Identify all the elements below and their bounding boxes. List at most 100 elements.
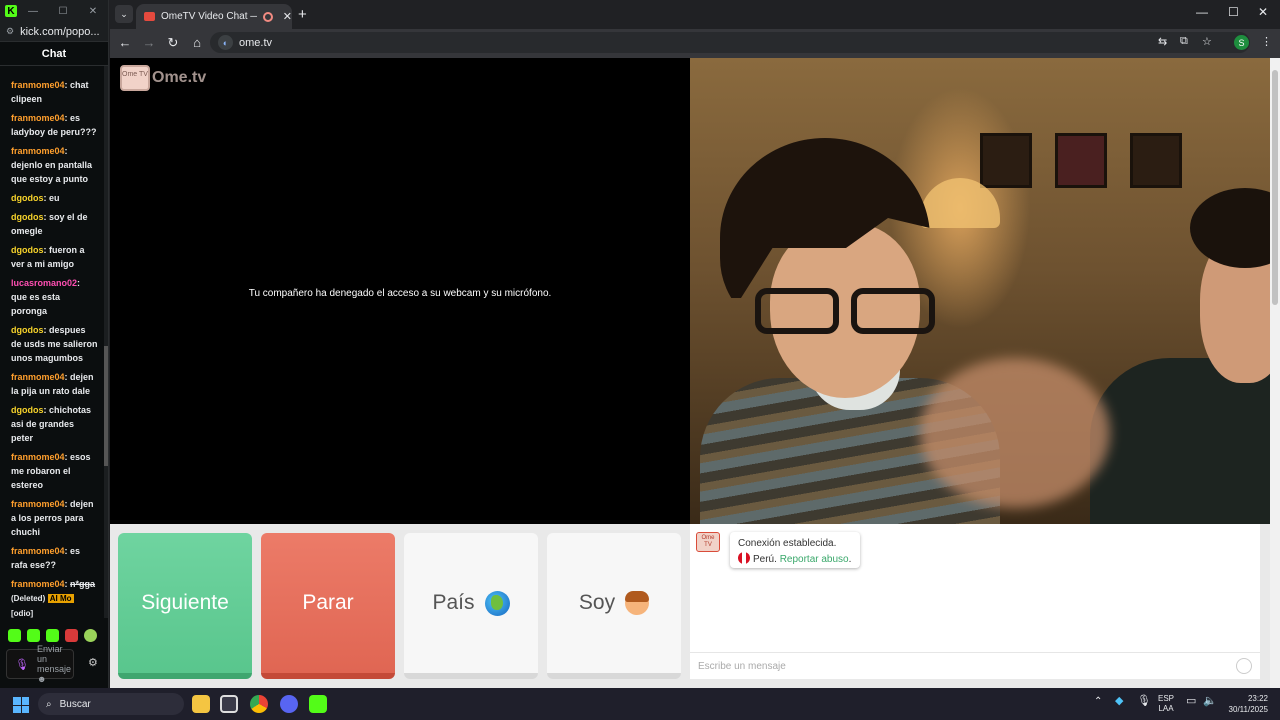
clock[interactable]: 23:22 30/11/2025	[1218, 693, 1268, 715]
chat-username[interactable]: lucasromano02	[11, 278, 77, 288]
wall-frame	[980, 133, 1032, 188]
browser-window: ⌄ OmeTV Video Chat — Ome ✕ + — ☐ ✕ ← → ↻…	[110, 0, 1280, 688]
ometv-page: Ome TV Ome.tv Tu compañero ha denegado e…	[110, 58, 1270, 688]
report-suffix: .	[848, 554, 852, 565]
chat-message: dgodos: despues de usds me salieron unos…	[11, 323, 98, 365]
install-app-icon[interactable]: ⧉	[1180, 35, 1188, 48]
tab-close-icon[interactable]: ✕	[283, 10, 292, 23]
chat-message: franmome04: dejen la pija un rato dale	[11, 370, 98, 398]
chat-username[interactable]: franmome04	[11, 80, 65, 90]
chat-scrollbar-thumb[interactable]	[104, 346, 108, 466]
close-icon[interactable]: ✕	[1258, 5, 1268, 19]
keyboard-layout: LAA	[1158, 704, 1174, 713]
tab-strip: ⌄ OmeTV Video Chat — Ome ✕ + — ☐ ✕	[110, 0, 1280, 29]
send-message-input[interactable]: 🎙 Enviar un mensaje ☻	[6, 644, 74, 684]
site-info-icon[interactable]: ◐	[218, 35, 233, 50]
chat-username[interactable]: dgodos	[11, 405, 44, 415]
tab-ometv[interactable]: OmeTV Video Chat — Ome ✕	[136, 4, 292, 29]
chat-message: franmome04: esos me robaron el estereo	[11, 450, 98, 492]
show-hidden-icons[interactable]: ⌃	[1094, 697, 1102, 707]
chrome-icon[interactable]	[250, 695, 268, 713]
emote-icon[interactable]	[65, 629, 78, 642]
partner-video: Ome TV Ome.tv Tu compañero ha denegado e…	[110, 58, 690, 524]
chat-settings-icon[interactable]: ⚙	[88, 656, 98, 669]
microphone-icon[interactable]: 🎙	[15, 658, 29, 671]
kick-logo-icon: K	[5, 5, 17, 17]
browser-toolbar: ← → ↻ ⌂ ◐ ome.tv ⇆ ⧉ ☆ S ⋮	[110, 29, 1280, 56]
chat-username[interactable]: franmome04	[11, 546, 65, 556]
chat-message: dgodos: chichotas asi de grandes peter	[11, 403, 98, 445]
menu-icon[interactable]: ⋮	[1261, 35, 1272, 48]
emote-icon[interactable]	[8, 629, 21, 642]
chat-messages: franmome04: chat clipeen franmome04: es l…	[0, 66, 104, 618]
new-tab-icon[interactable]: +	[298, 6, 307, 23]
emoji-icon[interactable]	[1236, 658, 1252, 674]
site-settings-icon[interactable]: ⚙	[6, 26, 14, 37]
home-icon[interactable]: ⌂	[185, 35, 209, 50]
chat-message: dgodos: soy el de omegle	[11, 210, 98, 238]
report-abuse-link[interactable]: Reportar abuso	[780, 554, 849, 565]
ometv-logo-icon: Ome TV	[120, 65, 150, 91]
chat-username[interactable]: franmome04	[11, 452, 65, 462]
minimize-icon[interactable]: —	[18, 6, 48, 17]
send-placeholder: Enviar un mensaje ☻	[36, 644, 71, 684]
maximize-icon[interactable]: ☐	[1228, 5, 1239, 19]
tab-search-icon[interactable]: ⌄	[115, 5, 133, 23]
kick-address-bar[interactable]: ⚙ kick.com/popo...	[0, 22, 108, 42]
chat-message: dgodos: eu	[11, 191, 98, 205]
chat-username[interactable]: franmome04	[11, 113, 65, 123]
file-explorer-icon[interactable]	[192, 695, 210, 713]
tray-app-icon[interactable]: ◆	[1115, 696, 1123, 707]
close-icon[interactable]: ✕	[78, 6, 108, 17]
chat-username[interactable]: dgodos	[11, 325, 44, 335]
chat-username[interactable]: franmome04	[11, 499, 65, 509]
store-icon[interactable]	[220, 695, 238, 713]
translate-icon[interactable]: ⇆	[1158, 35, 1167, 48]
chat-username[interactable]: franmome04	[11, 579, 65, 589]
bookmark-star-icon[interactable]: ☆	[1202, 35, 1212, 48]
profile-avatar[interactable]: S	[1234, 35, 1249, 50]
self-webcam-video	[690, 58, 1270, 524]
chat-username[interactable]: dgodos	[11, 193, 44, 203]
chat-username[interactable]: franmome04	[11, 372, 65, 382]
chat-message: franmome04: dejenlo en pantalla que esto…	[11, 144, 98, 186]
emote-icon[interactable]	[84, 629, 97, 642]
language-indicator[interactable]: ESP LAA	[1158, 694, 1174, 714]
url-text: ome.tv	[239, 36, 273, 49]
chat-message: dgodos: fueron a ver a mi amigo	[11, 243, 98, 271]
page-scrollbar[interactable]	[1270, 58, 1280, 688]
emote-icon[interactable]	[46, 629, 59, 642]
next-label: Siguiente	[141, 591, 229, 614]
address-bar[interactable]: ◐ ome.tv	[210, 32, 1250, 53]
globe-icon	[484, 590, 510, 616]
ometv-logo[interactable]: Ome TV Ome.tv	[120, 65, 206, 91]
emote-icon[interactable]	[27, 629, 40, 642]
volume-icon[interactable]: 🔈	[1203, 696, 1217, 707]
chat-username[interactable]: dgodos	[11, 212, 44, 222]
page-scrollbar-thumb[interactable]	[1272, 70, 1278, 305]
windows-start-icon[interactable]	[13, 697, 29, 713]
deleted-text: n*gga	[70, 579, 96, 589]
back-icon[interactable]: ←	[113, 35, 137, 50]
connected-text: Conexión establecida.	[738, 538, 837, 549]
forward-icon[interactable]: →	[137, 35, 161, 50]
reload-icon[interactable]: ↻	[161, 35, 185, 51]
chat-text: : eu	[43, 193, 60, 203]
country-button[interactable]: País	[404, 533, 538, 679]
taskbar-search[interactable]: ⌕ Buscar	[38, 693, 184, 715]
message-input[interactable]: Escribe un mensaje	[690, 652, 1260, 679]
chat-username[interactable]: franmome04	[11, 146, 65, 156]
stop-button[interactable]: Parar	[261, 533, 395, 679]
chat-username[interactable]: dgodos	[11, 245, 44, 255]
microphone-tray-icon[interactable]: 🎙	[1137, 696, 1151, 707]
kick-app-icon[interactable]	[309, 695, 327, 713]
ai-mod-tag: AI Mo	[47, 594, 74, 603]
maximize-icon[interactable]: ☐	[48, 6, 78, 17]
discord-icon[interactable]	[280, 695, 298, 713]
chat-scrollbar[interactable]	[104, 66, 108, 618]
minimize-icon[interactable]: —	[1196, 5, 1208, 19]
gender-button[interactable]: Soy	[547, 533, 681, 679]
network-icon[interactable]: ▭	[1186, 696, 1196, 707]
next-button[interactable]: Siguiente	[118, 533, 252, 679]
chat-message: franmome04: chat clipeen	[11, 78, 98, 106]
